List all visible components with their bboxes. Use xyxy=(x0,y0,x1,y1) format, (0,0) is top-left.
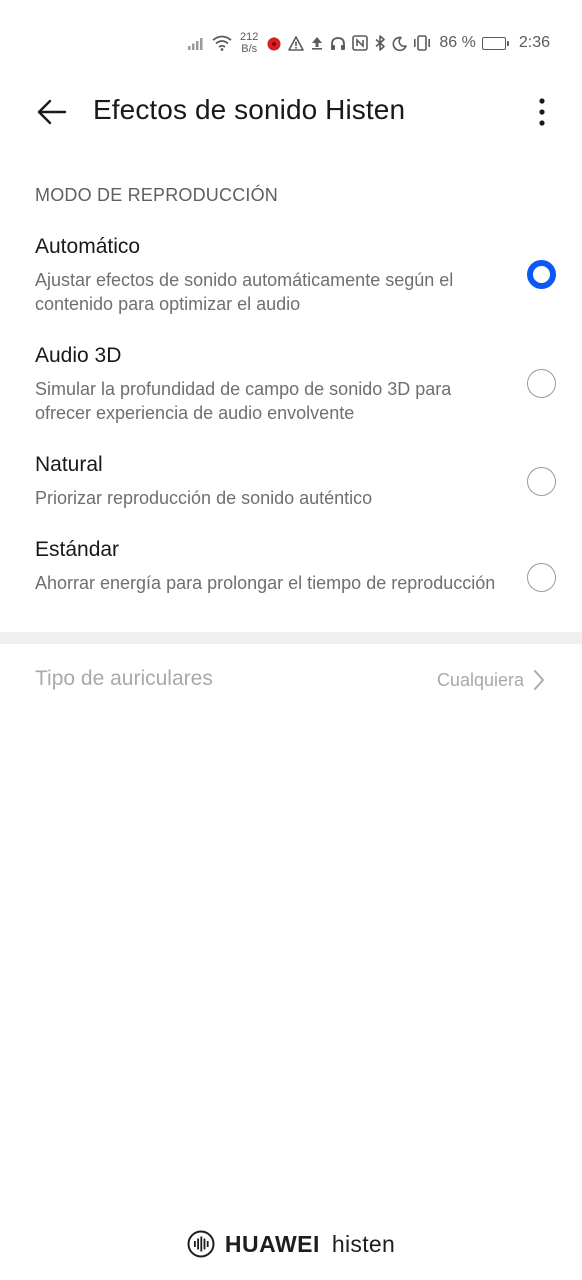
option-title: Estándar xyxy=(35,538,120,561)
earphone-type-row[interactable]: Tipo de auriculares Cualquiera xyxy=(0,660,582,700)
option-standard[interactable]: Estándar Ahorrar energía para prolongar … xyxy=(0,538,582,628)
vibrate-icon xyxy=(413,35,431,51)
option-description: Simular la profundidad de campo de sonid… xyxy=(35,379,452,423)
radio-button-automatic[interactable] xyxy=(527,260,556,289)
status-time: 2:36 xyxy=(518,34,550,51)
battery-icon xyxy=(481,36,509,50)
signal-icon xyxy=(188,36,206,50)
arrow-left-icon xyxy=(37,99,67,125)
app-notification-icon xyxy=(266,35,282,51)
nfc-icon xyxy=(352,35,369,51)
more-vertical-icon xyxy=(539,98,545,126)
network-speed-unit: B/s xyxy=(241,43,258,55)
page-title: Efectos de sonido Histen xyxy=(93,94,406,125)
option-description: Ahorrar energía para prolongar el tiempo… xyxy=(35,573,496,593)
huawei-histen-logo: HUAWEI histen xyxy=(0,1228,582,1260)
wifi-icon xyxy=(212,35,232,51)
status-icons: 212 B/s 86 % 2:36 xyxy=(188,31,550,55)
option-title: Automático xyxy=(35,235,141,258)
network-speed: 212 B/s xyxy=(240,31,258,55)
screen: 212 B/s 86 % 2:36 Efectos de sonido Hist… xyxy=(0,0,582,1280)
option-description: Priorizar reproducción de sonido auténti… xyxy=(35,488,373,508)
earphone-type-label: Tipo de auriculares xyxy=(35,667,213,690)
more-options-button[interactable] xyxy=(530,92,554,132)
option-description: Ajustar efectos de sonido automáticament… xyxy=(35,270,454,314)
chevron-right-icon xyxy=(534,670,544,690)
radio-button-standard[interactable] xyxy=(527,563,556,592)
back-button[interactable] xyxy=(32,92,72,132)
option-title: Natural xyxy=(35,453,103,476)
logo-sub-text: histen xyxy=(331,1230,396,1257)
section-header-playback-mode: MODO DE REPRODUCCIÓN xyxy=(35,185,279,205)
battery-percent: 86 % xyxy=(439,34,476,51)
logo-brand-text: HUAWEI xyxy=(224,1230,320,1257)
option-automatic[interactable]: Automático Ajustar efectos de sonido aut… xyxy=(0,235,582,325)
bluetooth-icon xyxy=(374,35,386,51)
status-bar: 212 B/s 86 % 2:36 xyxy=(0,0,582,86)
histen-logo-icon xyxy=(187,1230,215,1258)
option-natural[interactable]: Natural Priorizar reproducción de sonido… xyxy=(0,453,582,518)
earphone-type-value: Cualquiera xyxy=(436,670,524,690)
radio-button-audio-3d[interactable] xyxy=(527,369,556,398)
headphones-icon xyxy=(330,36,346,51)
do-not-disturb-icon xyxy=(392,36,408,51)
warning-icon xyxy=(288,35,305,51)
radio-button-natural[interactable] xyxy=(527,467,556,496)
network-speed-value: 212 xyxy=(240,31,259,43)
upload-icon xyxy=(310,36,324,50)
option-audio-3d[interactable]: Audio 3D Simular la profundidad de campo… xyxy=(0,344,582,434)
section-divider xyxy=(0,632,582,644)
option-title: Audio 3D xyxy=(35,344,122,367)
app-header: Efectos de sonido Histen xyxy=(0,86,582,136)
